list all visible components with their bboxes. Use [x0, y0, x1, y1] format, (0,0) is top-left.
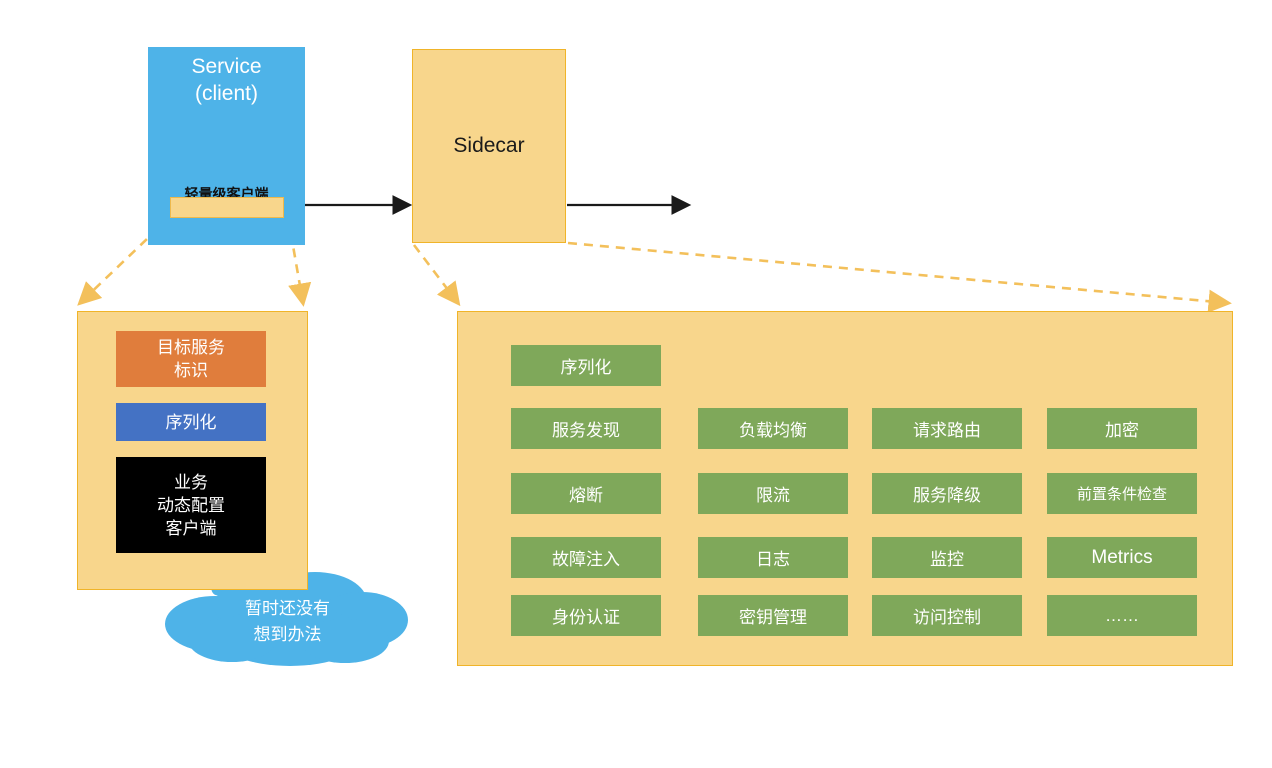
capability-request-routing[interactable]: 请求路由 [872, 408, 1022, 449]
capability-fault-injection[interactable]: 故障注入 [511, 537, 661, 578]
dashed-link-sidecar-to-panel-left [412, 244, 461, 307]
capability-service-degradation[interactable]: 服务降级 [872, 473, 1022, 514]
capability-authentication[interactable]: 身份认证 [511, 595, 661, 636]
cloud-callout-text: 暂时还没有 想到办法 [245, 599, 330, 644]
client-capability-serialization[interactable]: 序列化 [116, 403, 266, 441]
capability-circuit-breaker[interactable]: 熔断 [511, 473, 661, 514]
capability-service-discovery[interactable]: 服务发现 [511, 408, 661, 449]
capability-rate-limiting[interactable]: 限流 [698, 473, 848, 514]
capability-monitoring[interactable]: 监控 [872, 537, 1022, 578]
capability-access-control[interactable]: 访问控制 [872, 595, 1022, 636]
dashed-link-sidecar-to-panel-right [567, 241, 1232, 313]
diagram-canvas: Service (client) 轻量级客户端 Sidecar 目标服务 标识 … [0, 0, 1272, 768]
capability-key-management[interactable]: 密钥管理 [698, 595, 848, 636]
service-client-title: Service (client) [191, 55, 262, 105]
capability-metrics[interactable]: Metrics [1047, 537, 1197, 578]
sidecar-title: Sidecar [453, 134, 525, 157]
capability-encryption[interactable]: 加密 [1047, 408, 1197, 449]
sidecar-capability-panel: 序列化 服务发现 负载均衡 请求路由 加密 熔断 限流 服务降级 前置条件检查 … [457, 311, 1233, 666]
capability-serialization[interactable]: 序列化 [511, 345, 661, 386]
client-capability-target-service[interactable]: 目标服务 标识 [116, 331, 266, 387]
cloud-callout: 暂时还没有 想到办法 [160, 568, 415, 673]
client-capability-panel: 目标服务 标识 序列化 业务 动态配置 客户端 [77, 311, 308, 590]
capability-logging[interactable]: 日志 [698, 537, 848, 578]
capability-precondition-check[interactable]: 前置条件检查 [1047, 473, 1197, 514]
capability-load-balancing[interactable]: 负载均衡 [698, 408, 848, 449]
service-client-box[interactable]: Service (client) 轻量级客户端 [148, 47, 305, 245]
capability-more[interactable]: …… [1047, 595, 1197, 636]
sidecar-box[interactable]: Sidecar [412, 49, 566, 243]
client-capability-dynamic-config[interactable]: 业务 动态配置 客户端 [116, 457, 266, 553]
client-library-bar[interactable] [170, 197, 284, 218]
